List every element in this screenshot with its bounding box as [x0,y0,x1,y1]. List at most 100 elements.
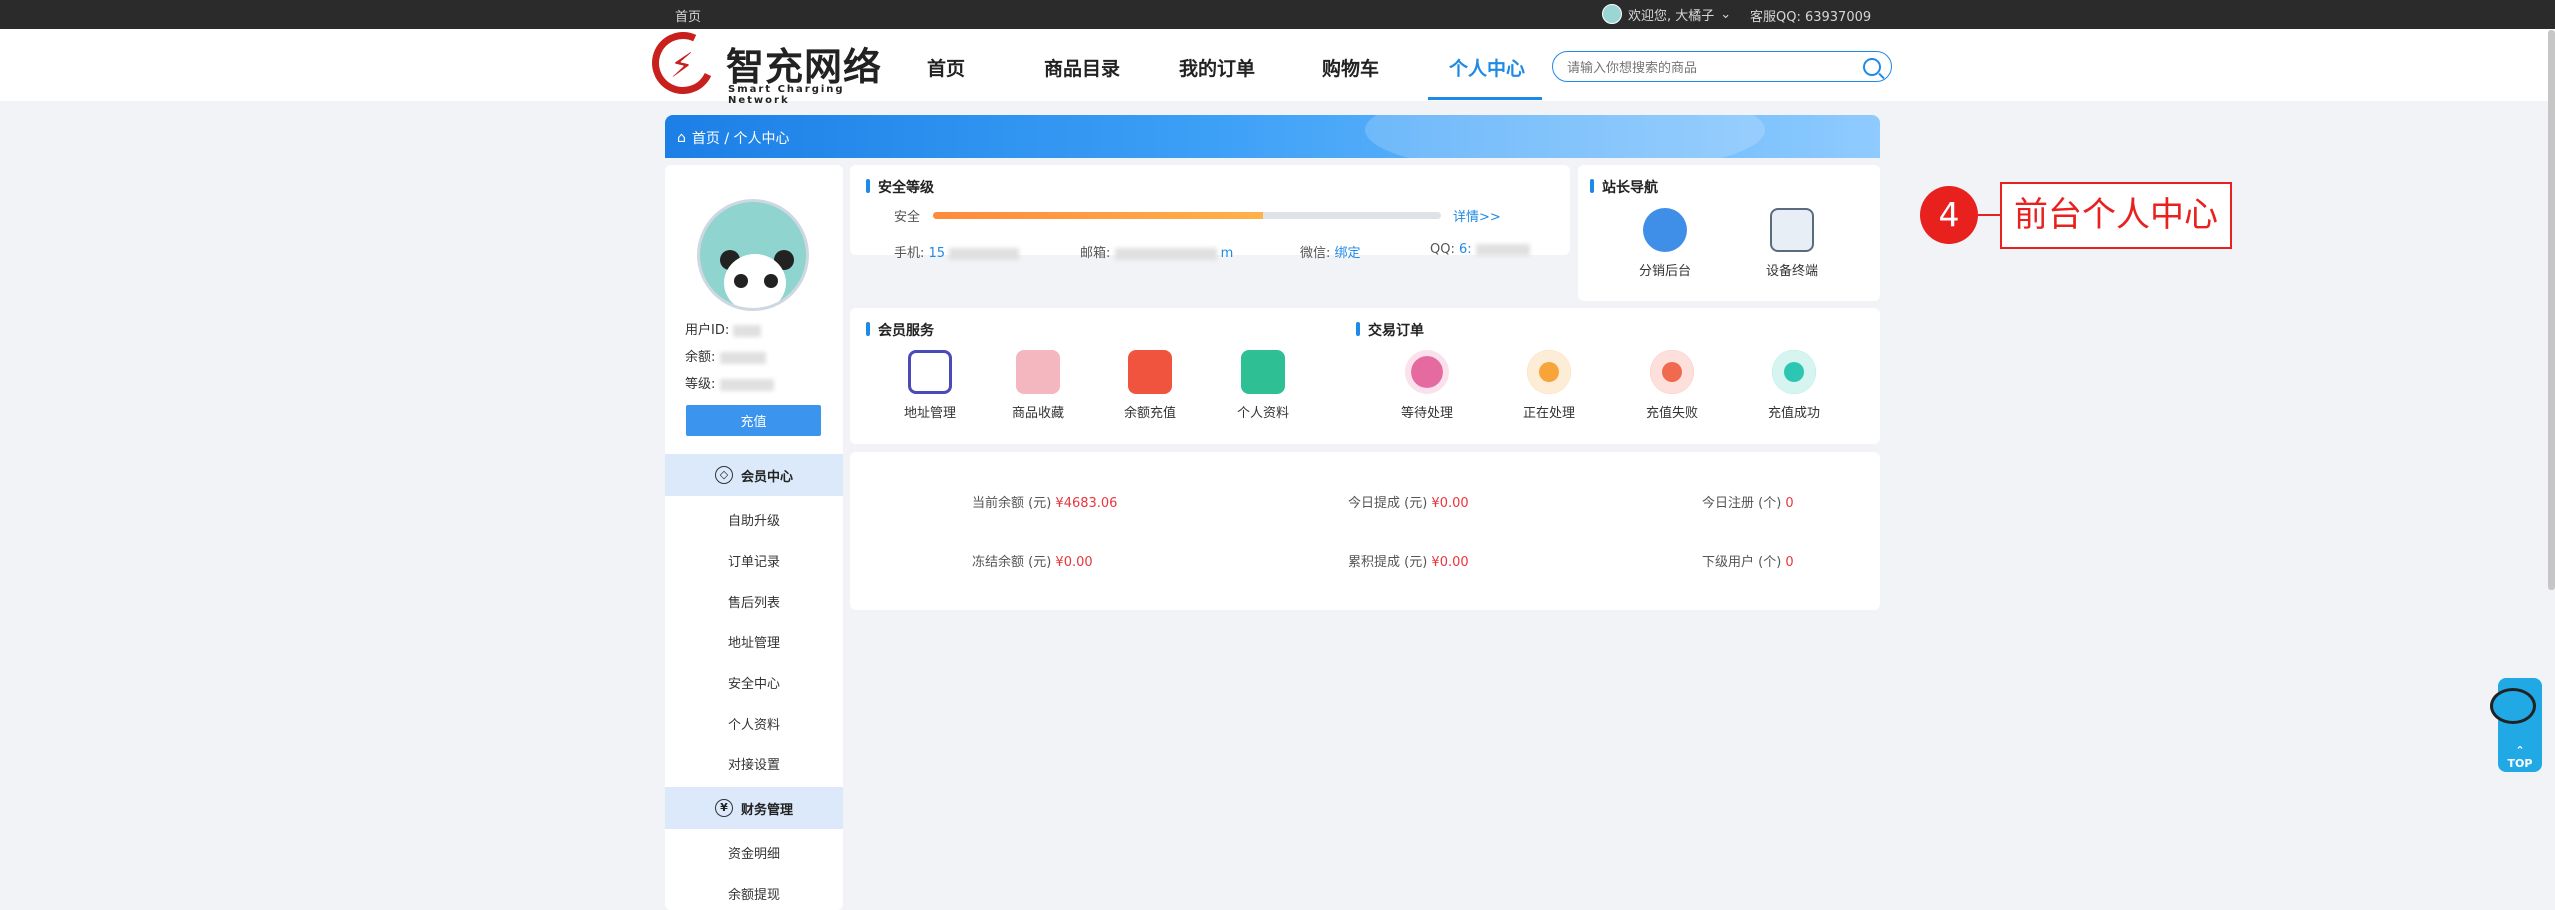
email-redacted [1114,247,1217,260]
service-label: 余额充值 [1123,406,1176,421]
stat-value: ¥0.00 [1055,555,1093,570]
email-label: 邮箱: [1080,246,1111,261]
security-progress [933,212,1441,219]
banner-decoration [1365,115,1765,158]
sidebar-item-fund-details[interactable]: 资金明细 [665,843,843,862]
nav-cart[interactable]: 购物车 [1322,54,1379,81]
header [0,29,2555,101]
page-scrollbar[interactable] [2548,30,2555,590]
station-nav-title: 站长导航 [1590,177,1658,197]
qq-value: 6: [1459,242,1472,257]
back-to-top-button[interactable]: ⌃ TOP [2498,744,2542,770]
phone-redacted [949,247,1020,260]
chat-bubble-icon[interactable] [2490,688,2536,724]
user-level-redacted [719,378,774,391]
order-waiting[interactable]: 等待处理 [1377,350,1477,421]
security-details-link[interactable]: 详情>> [1453,206,1501,225]
sidebar-group-finance[interactable]: ¥ 财务管理 [665,787,843,829]
sidebar-item-api[interactable]: 对接设置 [665,754,843,773]
topbar-user-menu[interactable]: 欢迎您, 大橘子 ⌄ [1602,4,1731,24]
order-processing[interactable]: 正在处理 [1499,350,1599,421]
stat-label: 当前余额 (元) [972,496,1052,511]
floating-service-widget[interactable]: ⌃ TOP [2490,678,2542,772]
sidebar-item-address[interactable]: 地址管理 [665,632,843,651]
device-terminal-icon [1770,208,1814,252]
avatar-eye-right [764,274,778,288]
service-favorites[interactable]: 商品收藏 [988,350,1088,421]
qq-redacted [1475,243,1530,256]
service-profile[interactable]: 个人资料 [1213,350,1313,421]
sidebar-item-aftersale[interactable]: 售后列表 [665,592,843,611]
stat-value: ¥0.00 [1431,555,1469,570]
nav-home[interactable]: 首页 [927,54,965,81]
email-value: m [1220,246,1234,261]
home-icon[interactable]: ⌂ [677,130,686,146]
topbar-avatar [1602,4,1622,24]
monitor-icon [1643,208,1687,252]
sidebar-group-member[interactable]: ◇ 会员中心 [665,454,843,496]
sidebar-item-security[interactable]: 安全中心 [665,673,843,692]
sidebar-item-upgrade[interactable]: 自助升级 [665,510,843,529]
callout-label: 前台个人中心 [2000,182,2232,249]
sidebar-item-withdraw[interactable]: 余额提现 [665,884,843,903]
sidebar-group-label: 财务管理 [740,802,793,818]
order-label: 充值失败 [1645,406,1698,421]
recharge-button[interactable]: 充值 [686,405,821,436]
search-input[interactable] [1565,57,1855,77]
station-item-devices[interactable]: 设备终端 [1742,208,1842,279]
nav-orders[interactable]: 我的订单 [1179,54,1255,81]
stat-sub-users: 下级用户 (个) 0 [1702,551,1794,570]
user-id-row: 用户ID: [685,319,762,338]
service-label: 商品收藏 [1011,406,1064,421]
security-progress-fill [933,212,1264,219]
money-bag-icon [1772,350,1816,394]
station-item-distribution[interactable]: 分销后台 [1615,208,1715,279]
email-row: 邮箱: m [1080,242,1233,261]
sidebar: 用户ID: 余额: 等级: 充值 ◇ 会员中心 自助升级 订单记录 售后列表 地… [665,165,843,910]
service-address[interactable]: 地址管理 [880,350,980,421]
stats-card [850,452,1880,610]
sidebar-item-profile[interactable]: 个人资料 [665,714,843,733]
user-balance-label: 余额: [685,350,716,365]
station-item-label: 设备终端 [1765,264,1818,279]
qq-row: QQ: 6: [1430,242,1530,257]
sad-face-icon [1650,350,1694,394]
order-success[interactable]: 充值成功 [1744,350,1844,421]
stat-value: 0 [1785,555,1794,570]
logo[interactable]: ⚡ 智充网络 Smart Charging Network [643,23,882,106]
topbar-home-link[interactable]: 首页 [675,6,701,25]
search-icon[interactable] [1863,58,1881,76]
clock-icon [1405,350,1449,394]
phone-row: 手机: 15 [894,242,1020,261]
avatar[interactable] [697,199,809,311]
chevron-down-icon: ⌄ [1720,6,1732,22]
order-label: 充值成功 [1767,406,1820,421]
stat-value: ¥0.00 [1431,496,1469,511]
order-label: 等待处理 [1400,406,1453,421]
user-balance-redacted [719,351,766,364]
stat-today-commission: 今日提成 (元) ¥0.00 [1348,492,1469,511]
sidebar-group-label: 会员中心 [740,469,793,485]
document-icon [1527,350,1571,394]
logo-bolt-icon: ⚡ [670,46,694,86]
nav-personal-center[interactable]: 个人中心 [1449,54,1525,81]
id-card-icon [1241,350,1285,394]
order-label: 正在处理 [1522,406,1575,421]
wallet-icon [1128,350,1172,394]
breadcrumb: ⌂ 首页 / 个人中心 [677,128,790,148]
breadcrumb-banner: ⌂ 首页 / 个人中心 [665,115,1880,158]
user-id-label: 用户ID: [685,323,730,338]
service-label: 地址管理 [903,406,956,421]
callout-connector [1978,214,2000,216]
nav-catalog[interactable]: 商品目录 [1044,54,1120,81]
order-failed[interactable]: 充值失败 [1622,350,1722,421]
stat-label: 冻结余额 (元) [972,555,1052,570]
wechat-bind-link[interactable]: 绑定 [1335,246,1361,261]
breadcrumb-text[interactable]: 首页 / 个人中心 [692,128,790,148]
trade-orders-title: 交易订单 [1356,320,1424,340]
stat-label: 今日提成 (元) [1348,496,1428,511]
stat-frozen-balance: 冻结余额 (元) ¥0.00 [972,551,1093,570]
service-recharge[interactable]: 余额充值 [1100,350,1200,421]
sidebar-item-orders[interactable]: 订单记录 [665,551,843,570]
service-label: 个人资料 [1236,406,1289,421]
